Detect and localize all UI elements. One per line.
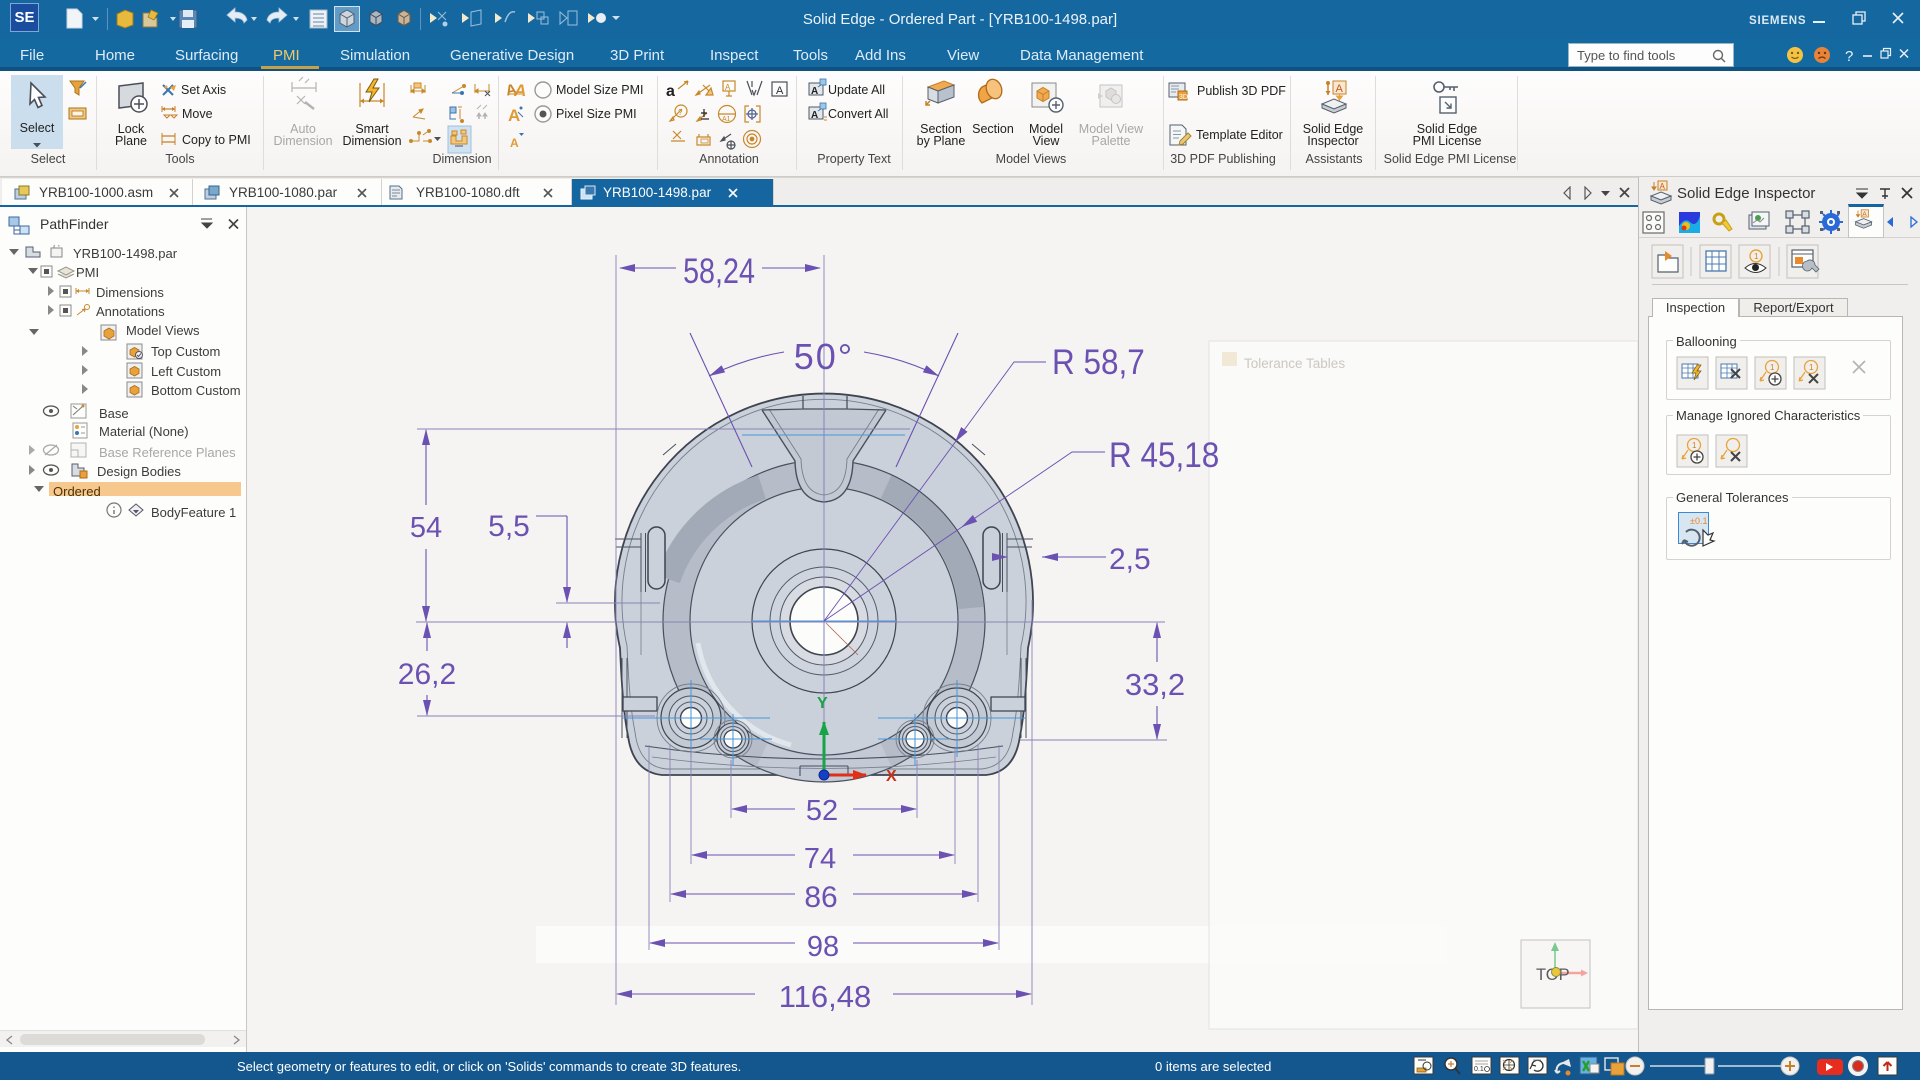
svg-text:3D: 3D	[1179, 94, 1188, 101]
svg-text:A: A	[510, 136, 519, 150]
svg-text:26,2: 26,2	[398, 658, 456, 691]
svg-text:98: 98	[807, 931, 839, 963]
svg-text:R 58,7: R 58,7	[1052, 344, 1145, 383]
svg-text:Y: Y	[817, 695, 828, 712]
svg-text:33,2: 33,2	[1125, 667, 1185, 702]
svg-text:74: 74	[804, 843, 836, 875]
svg-text:1: 1	[1692, 441, 1697, 450]
svg-text:116,48: 116,48	[779, 979, 872, 1014]
svg-text:52: 52	[806, 795, 838, 827]
svg-text:R 45,18: R 45,18	[1109, 437, 1219, 476]
svg-text:A: A	[1862, 211, 1867, 218]
svg-text:1: 1	[1809, 363, 1814, 372]
svg-text:58,24: 58,24	[683, 251, 755, 290]
svg-text:A: A	[1336, 83, 1344, 95]
svg-text:?: ?	[1845, 48, 1853, 65]
svg-text:A1: A1	[722, 116, 731, 123]
svg-text:1: 1	[1754, 252, 1759, 261]
svg-text:1: 1	[1770, 363, 1775, 372]
svg-text:86: 86	[804, 881, 837, 914]
svg-text:A: A	[811, 86, 818, 97]
svg-text:54: 54	[410, 512, 442, 544]
svg-text:?: ?	[678, 108, 683, 117]
svg-text:50°: 50°	[794, 336, 854, 377]
svg-text:A: A	[513, 81, 526, 100]
svg-text:5,5: 5,5	[488, 510, 530, 543]
svg-text:A: A	[776, 85, 784, 97]
svg-text:A: A	[811, 110, 818, 121]
svg-text:A: A	[725, 83, 731, 92]
svg-text:a: a	[666, 83, 675, 100]
svg-text:±0.1: ±0.1	[1690, 516, 1707, 526]
svg-text:2,5: 2,5	[1109, 543, 1151, 576]
svg-text:A: A	[508, 106, 520, 125]
svg-text:A: A	[1660, 182, 1666, 191]
svg-text:0.1: 0.1	[1474, 1066, 1484, 1073]
svg-text:Tolerance Tables: Tolerance Tables	[1244, 356, 1345, 371]
svg-text:X: X	[886, 768, 897, 785]
